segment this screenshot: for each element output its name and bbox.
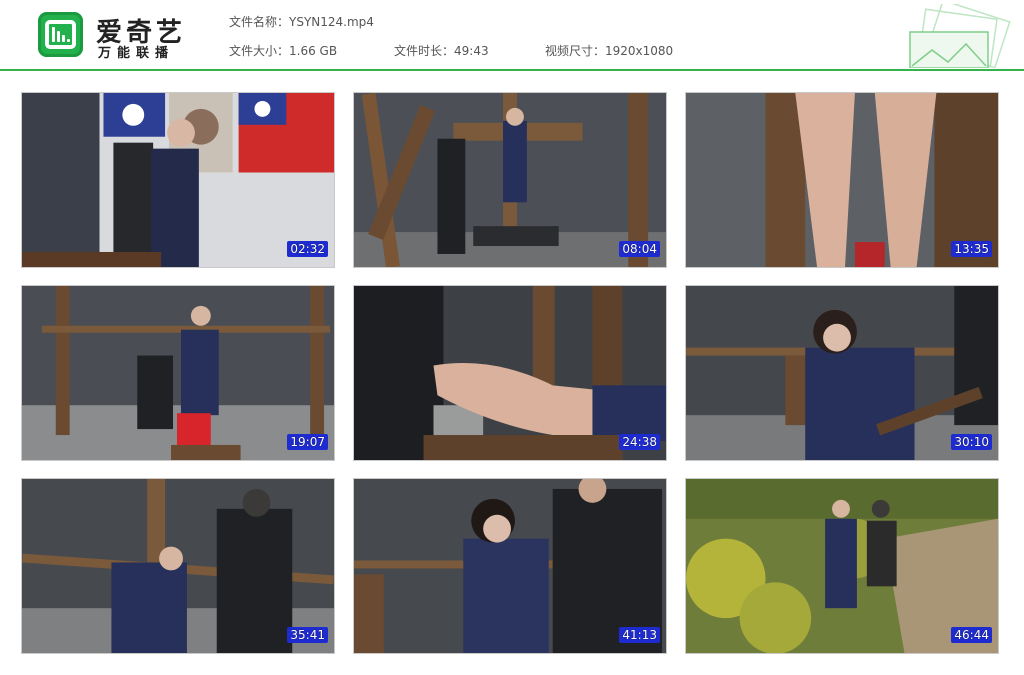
file-name-meta: 文件名称：YSYN124.mp4 (229, 13, 374, 30)
video-thumbnail[interactable]: 08:04 (353, 92, 667, 268)
video-thumbnail[interactable]: 19:07 (21, 285, 335, 461)
file-size-value: 1.66 GB (289, 44, 338, 58)
thumbnail-grid: 02:32 08:04 13:35 19:07 24:38 30:10 35:4… (21, 92, 1003, 654)
thumbnail-timestamp: 08:04 (619, 241, 660, 257)
video-thumbnail[interactable]: 35:41 (21, 478, 335, 654)
resolution-value: 1920x1080 (605, 44, 674, 58)
thumbnail-timestamp: 24:38 (619, 434, 660, 450)
thumbnail-timestamp: 35:41 (287, 627, 328, 643)
video-thumbnail[interactable]: 24:38 (353, 285, 667, 461)
thumbnail-timestamp: 13:35 (951, 241, 992, 257)
resolution-label: 视频尺寸： (545, 44, 606, 58)
brand-subtitle: 万能联播 (98, 46, 175, 61)
video-thumbnail[interactable]: 30:10 (685, 285, 999, 461)
thumbnail-timestamp: 46:44 (951, 627, 992, 643)
video-thumbnail[interactable]: 02:32 (21, 92, 335, 268)
header: 爱奇艺 万能联播 文件名称：YSYN124.mp4 文件大小：1.66 GB 文… (0, 0, 1024, 70)
resolution-meta: 视频尺寸：1920x1080 (545, 42, 673, 59)
duration-meta: 文件时长：49:43 (394, 42, 489, 59)
thumbnail-timestamp: 30:10 (951, 434, 992, 450)
thumbnail-timestamp: 41:13 (619, 627, 660, 643)
file-name-label: 文件名称： (229, 15, 290, 29)
video-thumbnail[interactable]: 41:13 (353, 478, 667, 654)
file-size-label: 文件大小： (229, 44, 290, 58)
duration-value: 49:43 (454, 44, 489, 58)
thumbnail-timestamp: 02:32 (287, 241, 328, 257)
iqiyi-logo-icon (38, 12, 83, 57)
thumbnail-timestamp: 19:07 (287, 434, 328, 450)
header-divider (0, 69, 1024, 71)
photo-stack-decoration-icon (909, 4, 1011, 68)
video-thumbnail[interactable]: 13:35 (685, 92, 999, 268)
file-size-meta: 文件大小：1.66 GB (229, 42, 337, 59)
file-name-value: YSYN124.mp4 (289, 15, 374, 29)
duration-label: 文件时长： (394, 44, 455, 58)
video-thumbnail[interactable]: 46:44 (685, 478, 999, 654)
